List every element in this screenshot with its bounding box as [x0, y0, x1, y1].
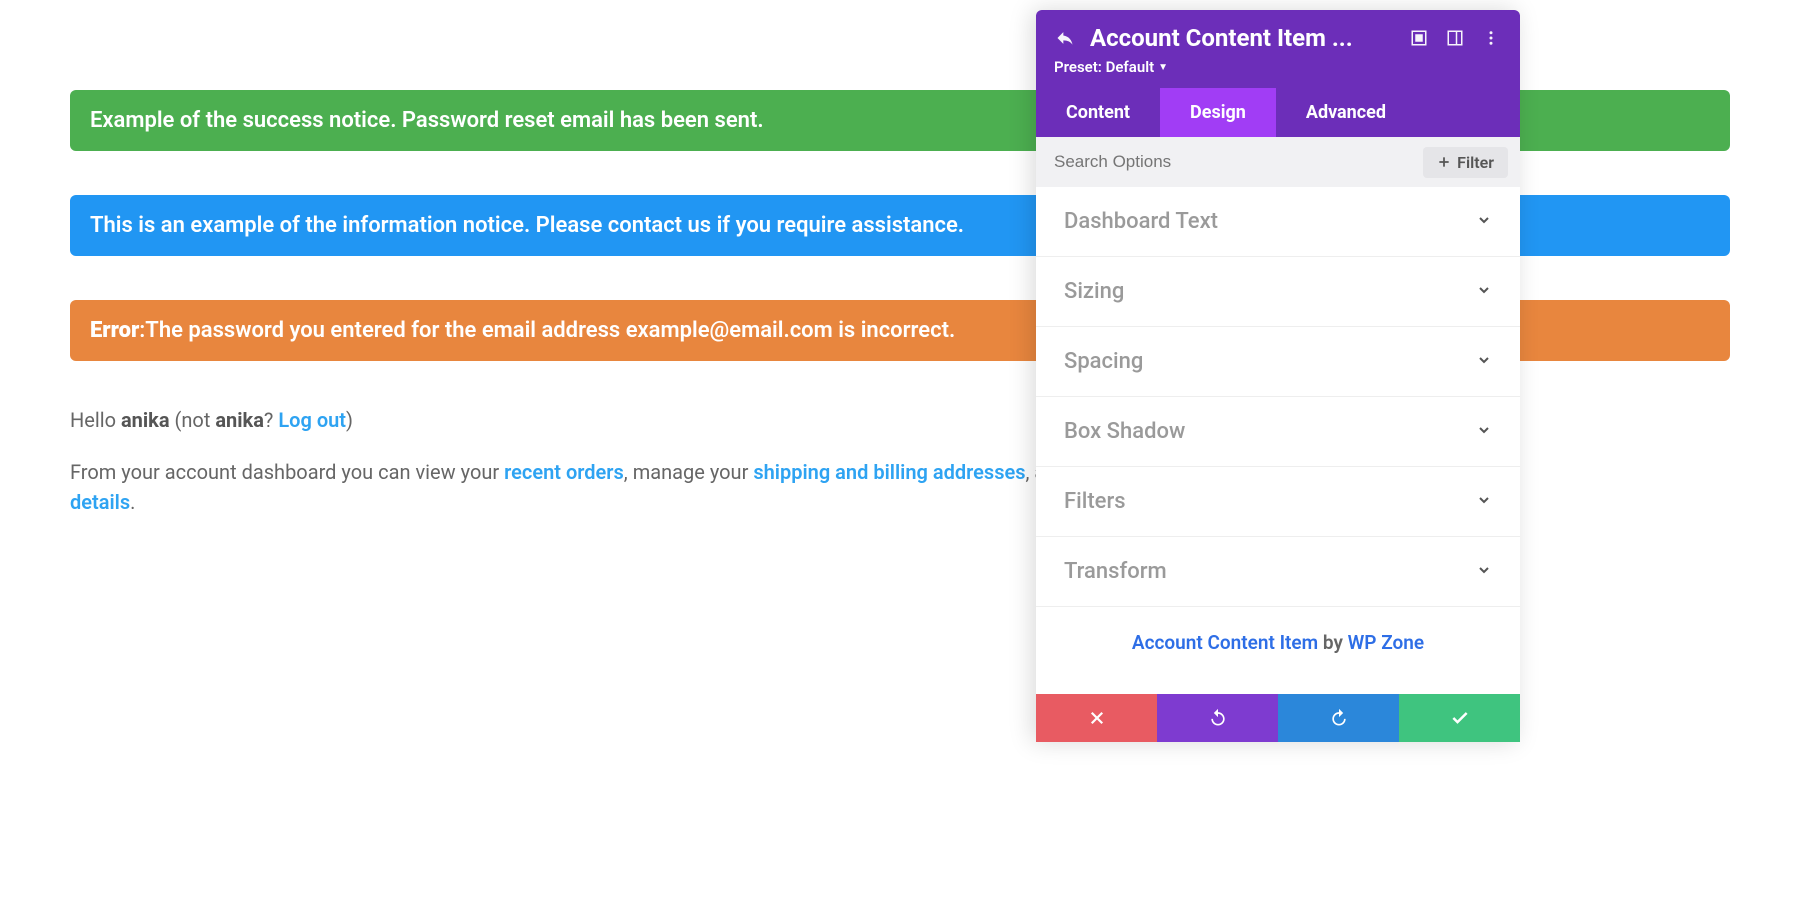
desc-period: . [130, 490, 135, 514]
panel-header: Account Content Item ... Preset: Default… [1036, 10, 1520, 88]
undo-icon [1208, 708, 1228, 728]
filter-button[interactable]: Filter [1423, 147, 1508, 178]
details-link[interactable]: details [70, 490, 130, 514]
chevron-down-icon [1476, 282, 1492, 302]
tab-advanced[interactable]: Advanced [1276, 88, 1416, 137]
greeting-close: ) [346, 408, 353, 432]
credit-by: by [1318, 631, 1347, 654]
option-label: Transform [1064, 559, 1167, 584]
filter-label: Filter [1457, 153, 1494, 172]
greeting-user2: anika [215, 408, 264, 432]
logout-link[interactable]: Log out [278, 408, 346, 432]
panel-tabs: Content Design Advanced [1036, 88, 1520, 137]
more-icon[interactable] [1480, 27, 1502, 49]
snap-icon[interactable] [1444, 27, 1466, 49]
option-sizing[interactable]: Sizing [1036, 257, 1520, 327]
option-dashboard-text[interactable]: Dashboard Text [1036, 187, 1520, 257]
notice-success-text: Example of the success notice. Password … [90, 108, 764, 133]
option-label: Sizing [1064, 279, 1124, 304]
desc-a: From your account dashboard you can view… [70, 460, 504, 484]
option-list: Dashboard Text Sizing Spacing Box Shadow… [1036, 187, 1520, 607]
addresses-link[interactable]: shipping and billing addresses [753, 460, 1025, 484]
redo-button[interactable] [1278, 694, 1399, 742]
check-icon [1450, 708, 1470, 728]
chevron-down-icon [1476, 562, 1492, 582]
greeting-hello: Hello [70, 408, 121, 432]
panel-credit: Account Content Item by WP Zone [1036, 607, 1520, 694]
tab-content[interactable]: Content [1036, 88, 1160, 137]
chevron-down-icon [1476, 422, 1492, 442]
undo-button[interactable] [1157, 694, 1278, 742]
save-button[interactable] [1399, 694, 1520, 742]
notice-error-body: :The password you entered for the email … [139, 318, 955, 343]
notice-error-prefix: Error [90, 318, 139, 343]
option-label: Box Shadow [1064, 419, 1185, 444]
redo-icon [1329, 708, 1349, 728]
option-label: Spacing [1064, 349, 1143, 374]
caret-down-icon: ▼ [1158, 62, 1168, 73]
search-row: Filter [1036, 137, 1520, 187]
search-input[interactable] [1036, 137, 1423, 187]
recent-orders-link[interactable]: recent orders [504, 460, 624, 484]
panel-title: Account Content Item ... [1090, 24, 1394, 52]
notice-info-text: This is an example of the information no… [90, 213, 964, 238]
option-label: Dashboard Text [1064, 209, 1218, 234]
chevron-down-icon [1476, 352, 1492, 372]
option-label: Filters [1064, 489, 1126, 514]
plus-icon [1437, 155, 1451, 169]
chevron-down-icon [1476, 492, 1492, 512]
greeting-user: anika [121, 408, 170, 432]
option-spacing[interactable]: Spacing [1036, 327, 1520, 397]
preset-selector[interactable]: Preset: Default ▼ [1054, 58, 1168, 76]
close-icon [1088, 709, 1106, 727]
option-transform[interactable]: Transform [1036, 537, 1520, 607]
settings-panel: Account Content Item ... Preset: Default… [1036, 10, 1520, 742]
expand-icon[interactable] [1408, 27, 1430, 49]
back-icon[interactable] [1054, 27, 1076, 49]
page-content: Example of the success notice. Password … [0, 0, 1800, 517]
greeting-q: ? [264, 408, 278, 432]
option-filters[interactable]: Filters [1036, 467, 1520, 537]
tab-design[interactable]: Design [1160, 88, 1276, 137]
panel-footer [1036, 694, 1520, 742]
desc-b: , manage your [624, 460, 754, 484]
preset-label: Preset: Default [1054, 58, 1154, 76]
credit-author-link[interactable]: WP Zone [1348, 631, 1424, 654]
credit-module-link[interactable]: Account Content Item [1132, 631, 1318, 654]
cancel-button[interactable] [1036, 694, 1157, 742]
chevron-down-icon [1476, 212, 1492, 232]
greeting-not: (not [170, 408, 216, 432]
option-box-shadow[interactable]: Box Shadow [1036, 397, 1520, 467]
